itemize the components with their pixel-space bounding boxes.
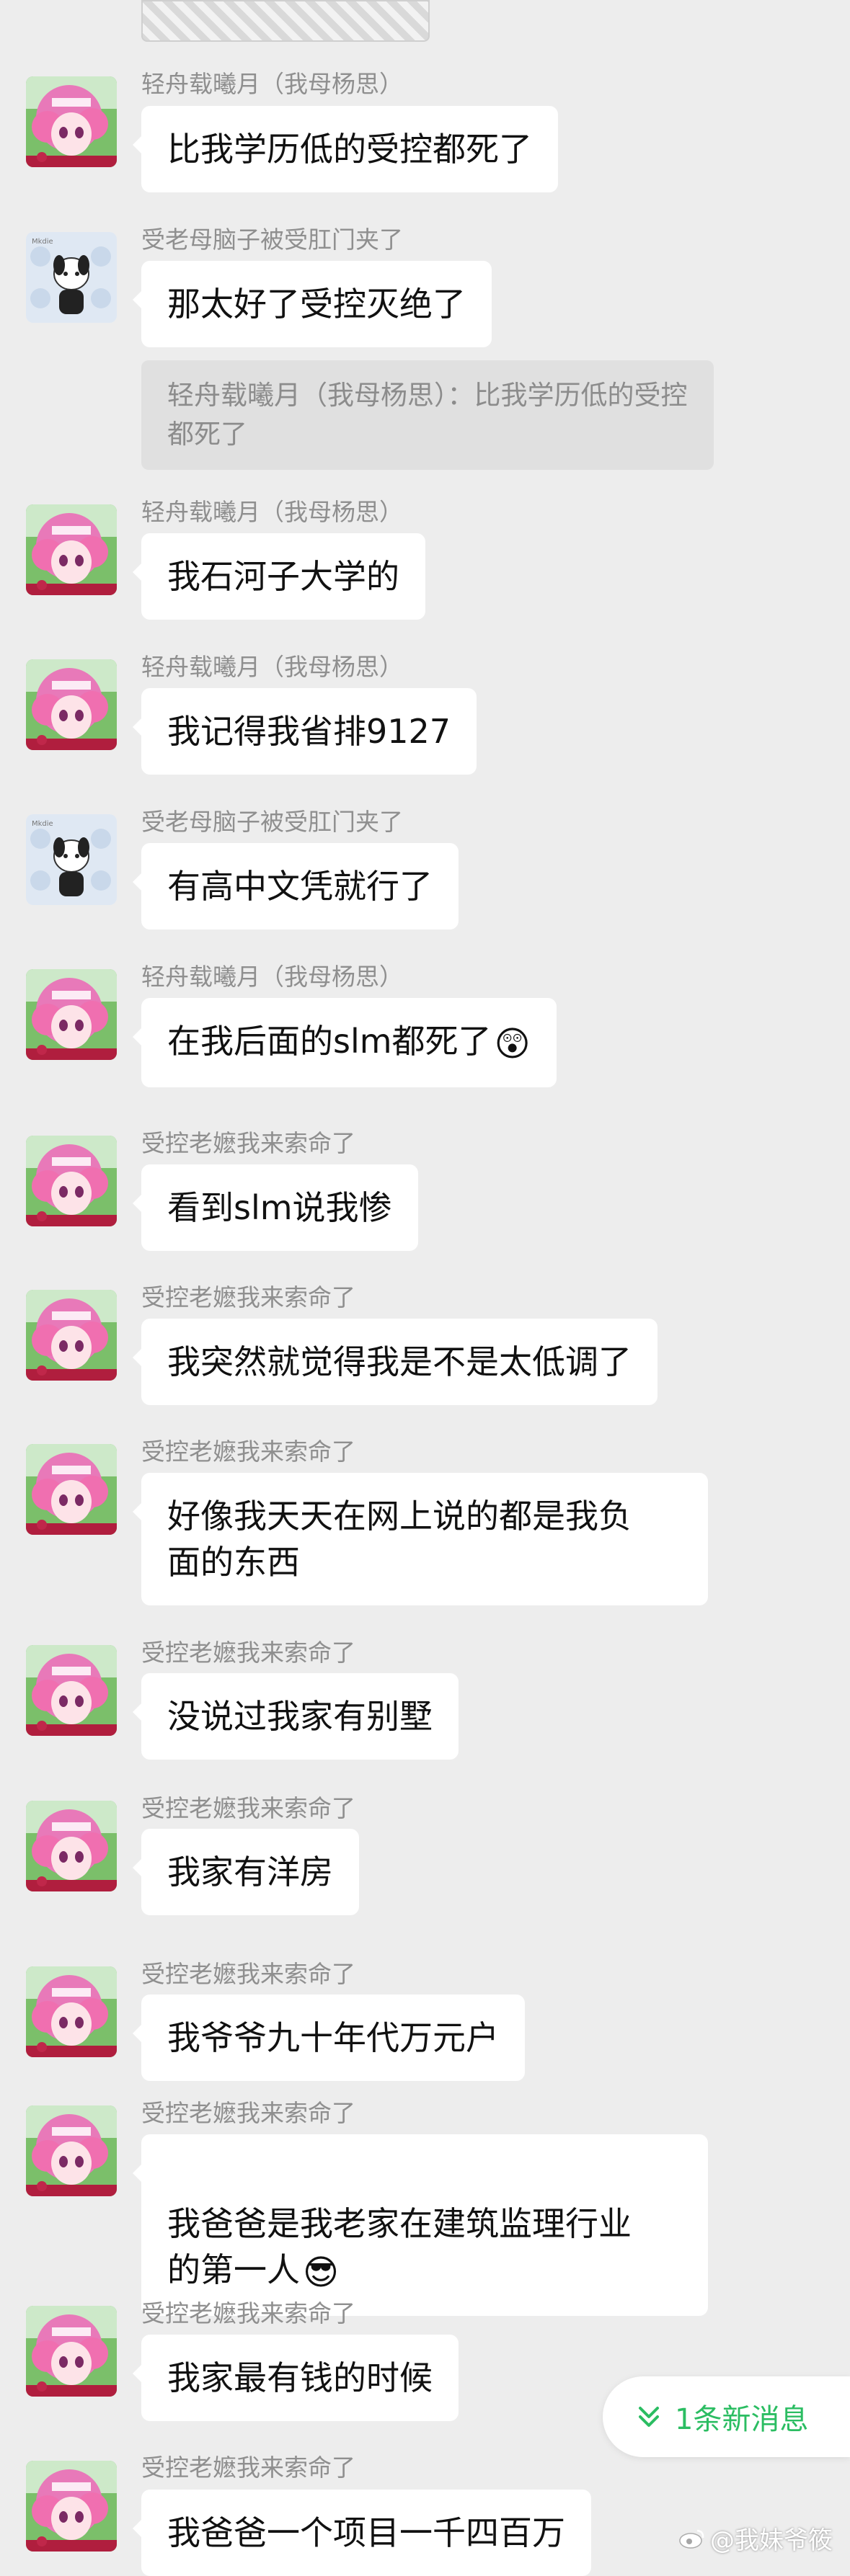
message-bubble[interactable]: 我爸爸一个项目一千四百万	[133, 2490, 591, 2576]
message-bubble[interactable]: 好像我天天在网上说的都是我负 面的东西	[133, 1473, 708, 1605]
astonished-emoji-icon: 😲	[494, 1023, 531, 1064]
sender-name: 受控老嬷我来索命了	[141, 1639, 355, 1667]
avatar[interactable]	[26, 659, 117, 750]
shared-image-thumbnail[interactable]	[141, 0, 430, 42]
message-bubble[interactable]: 比我学历低的受控都死了	[133, 106, 558, 192]
sender-name: 受控老嬷我来索命了	[141, 2454, 355, 2482]
message-bubble[interactable]: 我突然就觉得我是不是太低调了	[133, 1319, 658, 1405]
double-chevron-down-icon	[639, 2407, 659, 2427]
sender-name: 受控老嬷我来索命了	[141, 2299, 355, 2327]
avatar[interactable]	[26, 1136, 117, 1226]
new-message-button[interactable]: 1条新消息	[603, 2376, 850, 2457]
message-bubble[interactable]: 我石河子大学的	[133, 533, 425, 620]
sunglasses-emoji-icon: 😎	[303, 2252, 340, 2293]
avatar[interactable]	[26, 76, 117, 167]
avatar[interactable]	[26, 2105, 117, 2196]
message-text: 在我后面的slm都死了	[167, 1022, 492, 1061]
sender-name: 轻舟载曦月（我母杨思）	[141, 70, 403, 98]
quoted-message[interactable]: 轻舟载曦月（我母杨思）：比我学历低的受控都死了	[141, 360, 714, 470]
message-bubble[interactable]: 在我后面的slm都死了😲	[133, 998, 557, 1087]
message-bubble[interactable]: 我记得我省排9127	[132, 688, 477, 775]
avatar[interactable]	[26, 1966, 117, 2057]
watermark-text: @我妹爷筱	[710, 2526, 833, 2555]
avatar[interactable]	[26, 1645, 117, 1736]
message-bubble[interactable]: 没说过我家有别墅	[133, 1673, 459, 1760]
sender-name: 受老母脑子被受肛门夹了	[141, 808, 403, 836]
message-bubble[interactable]: 看到slm说我惨	[133, 1164, 418, 1251]
sender-name: 受控老嬷我来索命了	[141, 1794, 355, 1822]
avatar[interactable]	[26, 504, 117, 595]
avatar[interactable]	[26, 2306, 117, 2397]
new-message-label: 1条新消息	[675, 2403, 809, 2436]
avatar[interactable]	[26, 232, 117, 323]
message-text: 我爸爸是我老家在建筑监理行业 的第一人	[167, 2204, 632, 2289]
avatar[interactable]	[26, 2461, 117, 2552]
avatar[interactable]	[26, 1444, 117, 1535]
sender-name: 轻舟载曦月（我母杨思）	[141, 963, 403, 991]
sender-name: 受控老嬷我来索命了	[141, 1283, 355, 1311]
message-bubble[interactable]: 我家最有钱的时候	[133, 2335, 459, 2421]
sender-name: 受老母脑子被受肛门夹了	[141, 226, 403, 254]
sender-name: 受控老嬷我来索命了	[141, 1438, 355, 1466]
message-bubble[interactable]: 那太好了受控灭绝了	[133, 261, 492, 347]
avatar[interactable]	[26, 1290, 117, 1381]
watermark: @我妹爷筱	[678, 2521, 833, 2556]
message-bubble[interactable]: 有高中文凭就行了	[133, 843, 459, 930]
message-bubble[interactable]: 我爷爷九十年代万元户	[133, 1995, 525, 2081]
sender-name: 轻舟载曦月（我母杨思）	[141, 498, 403, 526]
avatar[interactable]	[26, 969, 117, 1060]
sender-name: 受控老嬷我来索命了	[141, 2099, 355, 2127]
sender-name: 轻舟载曦月（我母杨思）	[141, 653, 403, 681]
avatar[interactable]	[26, 1801, 117, 1891]
sender-name: 受控老嬷我来索命了	[141, 1129, 355, 1157]
weibo-icon	[679, 2529, 704, 2549]
avatar[interactable]	[26, 814, 117, 905]
message-bubble[interactable]: 我爸爸是我老家在建筑监理行业 的第一人😎	[133, 2134, 708, 2316]
message-bubble[interactable]: 我家有洋房	[133, 1829, 359, 1915]
sender-name: 受控老嬷我来索命了	[141, 1960, 355, 1988]
